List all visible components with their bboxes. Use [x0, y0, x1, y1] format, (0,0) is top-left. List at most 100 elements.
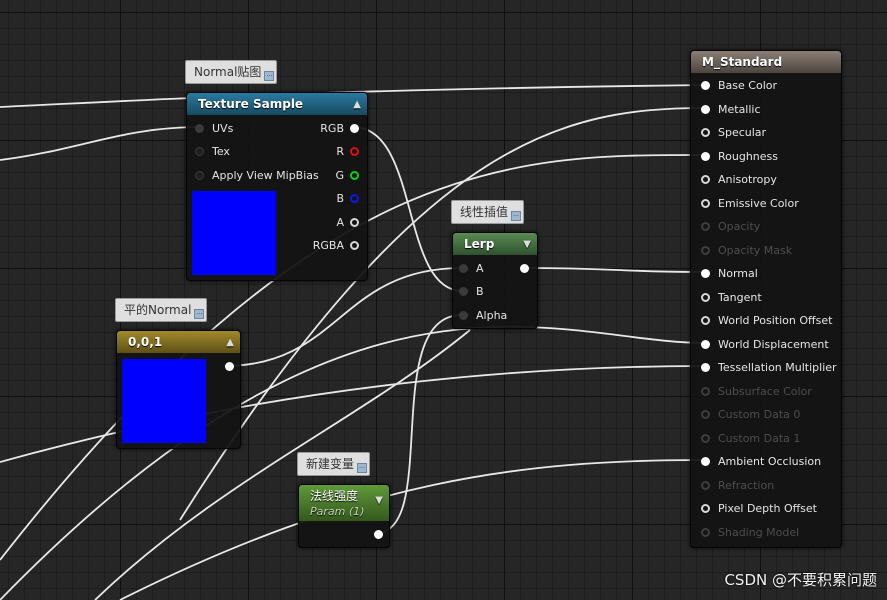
- comment-text: 平的Normal: [124, 303, 192, 317]
- pin-dot-icon[interactable]: [350, 124, 359, 133]
- pin-label: Normal: [718, 267, 758, 280]
- material-output-node[interactable]: M_Standard Base Color Metallic Specular Rou…: [690, 50, 842, 548]
- pin-output[interactable]: [363, 528, 383, 542]
- pin-dot-icon[interactable]: [701, 433, 710, 443]
- pin-dot-icon[interactable]: [225, 362, 234, 371]
- pin-label: A: [476, 262, 484, 275]
- comment-normal-map[interactable]: Normal贴图 …: [185, 60, 278, 84]
- pin-dot-icon[interactable]: [195, 171, 204, 180]
- pin-label: G: [335, 169, 344, 182]
- pin-dot-icon[interactable]: [701, 222, 710, 231]
- pin-output[interactable]: [509, 262, 529, 276]
- pin-dot-icon[interactable]: [459, 287, 468, 296]
- pin-label: Custom Data 1: [718, 431, 801, 445]
- collapse-arrow-icon[interactable]: ▼: [375, 493, 383, 509]
- pin-label: Refraction: [718, 478, 775, 492]
- pin-dot-icon[interactable]: [701, 480, 710, 490]
- pin-label: Specular: [718, 126, 767, 139]
- comment-text: 新建变量: [306, 457, 355, 471]
- pin-dot-icon[interactable]: [701, 292, 710, 302]
- pin-dot-icon[interactable]: [701, 363, 710, 372]
- node-header[interactable]: Lerp ▼: [453, 233, 537, 255]
- pin-label: R: [336, 145, 344, 158]
- wire-uvs-input: [0, 126, 197, 161]
- node-header[interactable]: Texture Sample ▲: [187, 93, 367, 115]
- pin-b[interactable]: B: [299, 192, 359, 206]
- node-header[interactable]: 0,0,1 ▲: [117, 331, 240, 353]
- pin-rgba[interactable]: RGBA: [299, 239, 359, 253]
- pin-r[interactable]: R: [299, 145, 359, 159]
- pin-dot-icon[interactable]: [701, 457, 710, 466]
- pin-dot-icon[interactable]: [701, 175, 710, 184]
- comment-edit-icon[interactable]: …: [357, 463, 368, 473]
- pin-dot-icon[interactable]: [195, 147, 204, 156]
- pin-dot-icon[interactable]: [195, 124, 204, 133]
- comment-edit-icon[interactable]: …: [194, 309, 205, 319]
- comment-new-variable[interactable]: 新建变量 …: [297, 452, 371, 476]
- pin-rgb[interactable]: RGB: [299, 122, 359, 136]
- pin-label: Subsurface Color: [718, 384, 812, 398]
- pin-dot-icon[interactable]: [701, 410, 710, 419]
- pin-dot-icon[interactable]: [701, 269, 710, 278]
- pin-dot-icon[interactable]: [350, 241, 359, 250]
- pin-dot-icon[interactable]: [701, 81, 710, 90]
- pin-label: Anisotropy: [718, 173, 777, 186]
- wire-lerp-to-normal: [520, 267, 706, 273]
- pin-dot-icon[interactable]: [350, 147, 359, 156]
- node-header[interactable]: 法线强度 Param (1) ▼: [299, 485, 389, 521]
- pin-dot-icon[interactable]: [701, 339, 710, 349]
- constant-vector-node[interactable]: 0,0,1 ▲: [116, 330, 241, 449]
- pin-label: Tex: [212, 145, 230, 158]
- pin-dot-icon[interactable]: [459, 264, 468, 273]
- node-header[interactable]: M_Standard: [691, 51, 841, 73]
- node-title: M_Standard: [702, 55, 783, 69]
- collapse-arrow-icon[interactable]: ▲: [353, 94, 361, 116]
- pin-dot-icon[interactable]: [520, 264, 529, 273]
- collapse-arrow-icon[interactable]: ▼: [523, 234, 531, 256]
- comment-flat-normal[interactable]: 平的Normal …: [115, 298, 208, 322]
- pin-dot-icon[interactable]: [701, 316, 710, 325]
- pin-label: Shading Model: [718, 525, 800, 539]
- pin-a[interactable]: A: [299, 216, 359, 230]
- pin-label: Base Color: [718, 79, 778, 92]
- pin-dot-icon[interactable]: [701, 151, 710, 161]
- pin-dot-icon[interactable]: [701, 245, 710, 255]
- pin-dot-icon[interactable]: [701, 128, 710, 137]
- pin-dot-icon[interactable]: [350, 218, 359, 227]
- wire-ambient-occlusion: [119, 459, 706, 600]
- pin-label: World Position Offset: [718, 314, 833, 327]
- comment-text: 线性插值: [460, 205, 509, 219]
- pin-label: World Displacement: [718, 337, 829, 351]
- pin-dot-icon[interactable]: [350, 171, 359, 180]
- pin-dot-icon[interactable]: [701, 527, 710, 537]
- pin-label: Tessellation Multiplier: [718, 361, 837, 374]
- node-title: Texture Sample: [198, 97, 304, 111]
- pin-dot-icon[interactable]: [701, 198, 710, 208]
- pin-dot-icon[interactable]: [701, 504, 710, 513]
- pin-label: Roughness: [718, 149, 779, 163]
- comment-edit-icon[interactable]: …: [511, 211, 522, 221]
- pin-label: UVs: [212, 122, 234, 135]
- pin-label: Custom Data 0: [718, 408, 801, 421]
- color-preview: [122, 359, 206, 443]
- pin-dot-icon[interactable]: [701, 104, 710, 114]
- pin-dot-icon[interactable]: [350, 194, 359, 203]
- pin-label: Alpha: [476, 309, 508, 322]
- collapse-arrow-icon[interactable]: ▲: [226, 332, 234, 354]
- comment-edit-icon[interactable]: …: [264, 71, 275, 81]
- scalar-param-node[interactable]: 法线强度 Param (1) ▼: [298, 484, 390, 548]
- pin-g[interactable]: G: [299, 169, 359, 183]
- texture-sample-node[interactable]: Texture Sample ▲ UVs Tex Apply View MipB…: [186, 92, 368, 281]
- comment-lerp[interactable]: 线性插值 …: [451, 200, 525, 224]
- pin-label: Opacity: [718, 220, 761, 233]
- pin-dot-icon[interactable]: [701, 386, 710, 396]
- pin-dot-icon[interactable]: [374, 530, 383, 539]
- watermark: CSDN @不要积累问题: [724, 571, 877, 589]
- pin-dot-icon[interactable]: [459, 311, 468, 320]
- pin-label: Pixel Depth Offset: [718, 502, 817, 515]
- lerp-node[interactable]: Lerp ▼ A B Alpha: [452, 232, 538, 329]
- pin-output[interactable]: [214, 360, 234, 374]
- comment-text: Normal贴图: [194, 65, 262, 79]
- pin-label: Emissive Color: [718, 196, 799, 210]
- pin-label: B: [336, 192, 344, 205]
